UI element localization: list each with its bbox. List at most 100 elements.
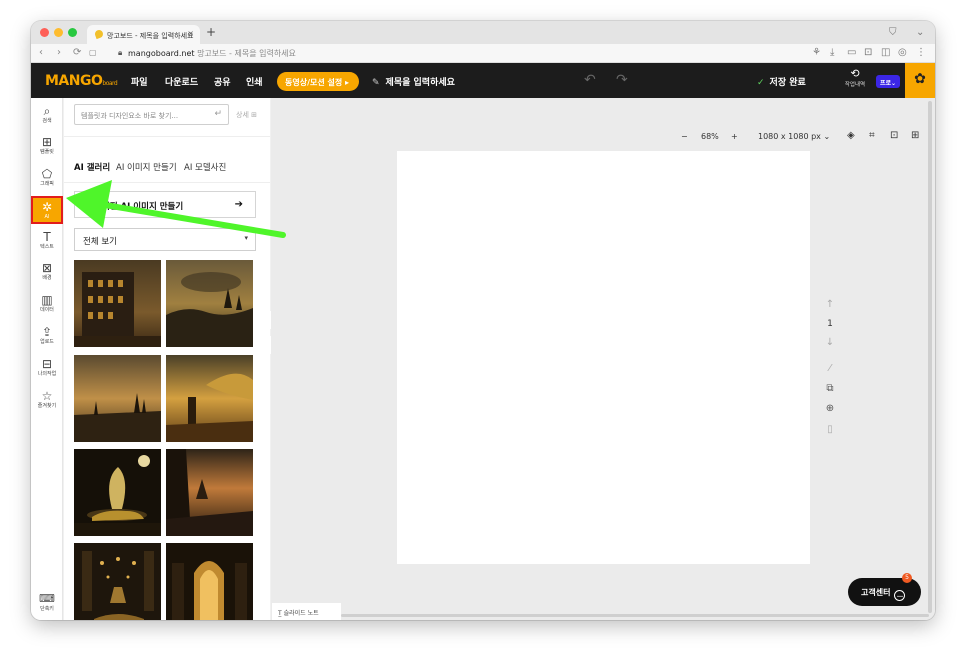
horizontal-scrollbar[interactable] — [341, 614, 929, 617]
customer-center-button[interactable]: 고객센터… — [848, 578, 921, 606]
keyboard-icon: ⌨ — [39, 592, 55, 605]
screenshot-icon[interactable]: ⊡ — [864, 47, 872, 58]
tab-title: 망고보드 - 제목을 입력하세요 — [107, 32, 194, 40]
sidebar-item-upload[interactable]: ⇪ 업로드 — [31, 325, 63, 349]
arrow-right-icon: ➔ — [234, 199, 243, 210]
reload-icon[interactable]: ⟳ — [73, 47, 81, 58]
gallery-image-glowing-portal-car[interactable] — [74, 449, 161, 536]
page-down-icon[interactable]: ↓ — [823, 337, 837, 348]
document-title-input[interactable]: ✎ 제목을 입력하세요 — [372, 75, 455, 88]
zoom-in-button[interactable]: + — [731, 132, 738, 141]
browser-tab-bar: 망고보드 - 제목을 입력하세요 × + ⛉ ⌄ — [31, 21, 935, 44]
tab-overview-icon[interactable]: ▭ — [847, 47, 856, 58]
fullscreen-icon[interactable]: ⊡ — [890, 130, 898, 141]
sidebar-item-background[interactable]: ⊠ 배경 — [31, 261, 63, 285]
gallery-filter-select[interactable]: 전체 보기 ▾ — [74, 228, 256, 251]
canvas-size-select[interactable]: 1080 x 1080 px ⌄ — [758, 132, 830, 141]
sidebar-item-search[interactable]: ⌕ 검색 — [31, 104, 63, 128]
detail-search-button[interactable]: 상세 ⊞ — [236, 110, 257, 120]
template-search-input[interactable]: 템플릿과 디자인요소 바로 찾기... ↵ — [74, 104, 229, 125]
minimize-window-button[interactable] — [54, 28, 63, 37]
forward-icon[interactable]: › — [57, 47, 61, 58]
zoom-level[interactable]: 68% — [701, 132, 719, 141]
add-page-icon[interactable]: ⊕ — [823, 403, 837, 414]
left-sidebar: ⌕ 검색 ⊞ 템플릿 ⬠ 그래픽 ✲ AI T 텍스트 ⊠ 배경 ▥ 데이터 ⇪ 업로드 ⊟ 나의… — [31, 98, 63, 620]
background-icon: ⊠ — [41, 261, 53, 275]
sidebar-item-favorites[interactable]: ☆ 즐겨찾기 — [31, 389, 63, 413]
back-icon[interactable]: ‹ — [39, 47, 43, 58]
menu-share[interactable]: 공유 — [214, 75, 231, 88]
tab-ai-model-photo[interactable]: AI 모델사진 — [184, 161, 226, 173]
menu-print[interactable]: 인쇄 — [246, 75, 263, 88]
redo-icon[interactable]: ↷ — [616, 72, 628, 88]
close-window-button[interactable] — [40, 28, 49, 37]
sidebar-item-my-work[interactable]: ⊟ 나의작업 — [31, 357, 63, 381]
shortcut-button[interactable]: ⌨ 단축키 — [31, 592, 63, 613]
vertical-scrollbar[interactable] — [928, 101, 932, 613]
mangoboard-logo[interactable]: MANGOboard — [45, 73, 118, 89]
chevron-down-icon[interactable]: ⌄ — [916, 27, 924, 38]
create-ai-image-button[interactable]: 직접 AI 이미지 만들기 ➔ — [74, 191, 256, 218]
chat-icon: … — [894, 590, 906, 601]
sidebar-item-template[interactable]: ⊞ 템플릿 — [31, 135, 63, 159]
gallery-image-forest-sunset[interactable] — [166, 449, 253, 536]
url-field[interactable]: mangoboard.net 망고보드 - 제목을 입력하세요 — [128, 48, 296, 59]
page-up-icon[interactable]: ↑ — [823, 299, 837, 310]
enter-icon[interactable]: ↵ — [214, 109, 222, 119]
delete-page-icon[interactable]: ▯ — [823, 424, 837, 435]
gallery-image-vehicle-hall[interactable] — [74, 543, 161, 620]
tab-ai-gallery[interactable]: AI 갤러리 — [74, 161, 110, 173]
download-icon[interactable]: ⤓ — [830, 47, 834, 58]
sidebar-item-graphic[interactable]: ⬠ 그래픽 — [31, 167, 63, 191]
chart-icon: ▥ — [41, 293, 53, 307]
ai-panel: 템플릿과 디자인요소 바로 찾기... ↵ 상세 ⊞ AI 갤러리 AI 이미지… — [64, 98, 270, 620]
tab-close-icon[interactable]: × — [187, 29, 194, 38]
design-page[interactable] — [397, 151, 810, 564]
motion-settings-button[interactable]: 동영상/모션 설정 ▸ — [277, 72, 359, 91]
duplicate-page-icon[interactable]: ⧉ — [823, 383, 837, 394]
extension-icon[interactable]: ⚘ — [812, 47, 821, 58]
search-icon: ⌕ — [43, 104, 51, 118]
check-icon: ✓ — [757, 78, 765, 88]
gallery-image-castle-ruins[interactable] — [74, 355, 161, 442]
zoom-out-button[interactable]: − — [681, 132, 688, 141]
reader-icon[interactable]: ▢ — [89, 48, 97, 57]
maximize-window-button[interactable] — [68, 28, 77, 37]
sidebar-item-text[interactable]: T 텍스트 — [31, 230, 63, 254]
menu-file[interactable]: 파일 — [131, 75, 148, 88]
pencil-icon: ✎ — [372, 78, 380, 88]
profile-icon[interactable]: ⛉ — [889, 27, 897, 38]
lock-icon: 🔒︎ — [118, 48, 123, 57]
save-status: ✓ 저장 완료 — [757, 78, 806, 88]
gear-icon: ✿ — [914, 71, 926, 87]
settings-button[interactable]: ✿ — [905, 63, 935, 98]
new-tab-button[interactable]: + — [206, 25, 216, 39]
mango-favicon-icon — [93, 28, 105, 40]
sidebar-item-data[interactable]: ▥ 데이터 — [31, 293, 63, 317]
browser-tab[interactable]: 망고보드 - 제목을 입력하세요 × — [87, 25, 200, 44]
fit-screen-icon[interactable]: ⌗ — [869, 130, 875, 141]
magic-wand-icon[interactable]: ⁄ — [823, 363, 837, 374]
more-menu-icon[interactable]: ⋮ — [916, 47, 926, 58]
caret-down-icon: ▾ — [244, 234, 248, 242]
undo-icon[interactable]: ↶ — [584, 72, 596, 88]
history-button[interactable]: ⟲ 작업내역 — [840, 68, 870, 89]
page-number: 1 — [827, 319, 833, 329]
browser-window: 망고보드 - 제목을 입력하세요 × + ⛉ ⌄ ‹ › ⟳ ▢ 🔒︎ mang… — [31, 21, 935, 620]
gallery-image-tower-field[interactable] — [166, 355, 253, 442]
notification-badge: 5 — [902, 573, 912, 583]
gallery-image-ruined-building[interactable] — [74, 260, 161, 347]
grid-view-icon[interactable]: ⊞ — [911, 130, 919, 141]
text-icon: T — [43, 230, 51, 244]
slide-notes-tab[interactable]: T̲ 슬라이드 노트 — [272, 603, 341, 620]
sidebar-toggle-icon[interactable]: ◫ — [881, 47, 890, 58]
account-icon[interactable]: ◎ — [898, 47, 907, 58]
gallery-image-cathedral-arch[interactable] — [166, 543, 253, 620]
star-icon: ☆ — [41, 389, 53, 403]
menu-download[interactable]: 다운로드 — [165, 75, 198, 88]
tab-ai-image-create[interactable]: AI 이미지 만들기 — [116, 161, 177, 173]
layers-icon[interactable]: ◈ — [847, 130, 855, 141]
sidebar-item-ai[interactable]: ✲ AI — [31, 196, 63, 224]
gallery-image-dark-spires[interactable] — [166, 260, 253, 347]
pro-badge[interactable]: 프로⌄ — [876, 75, 900, 88]
